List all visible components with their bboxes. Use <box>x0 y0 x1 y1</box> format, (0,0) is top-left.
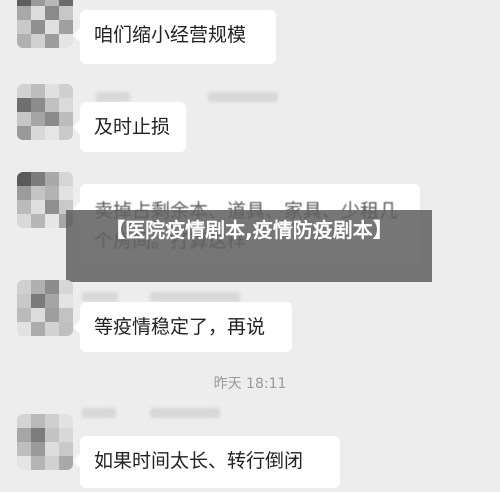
timestamp: 昨天 18:11 <box>213 376 287 392</box>
avatar[interactable] <box>17 280 73 336</box>
avatar[interactable] <box>17 414 73 470</box>
sender-name-blur <box>150 408 220 418</box>
avatar[interactable] <box>17 0 73 48</box>
sender-name-blur <box>82 408 116 418</box>
message-row: 咱们缩小经营规模 <box>0 0 500 70</box>
chat-bubble[interactable]: 咱们缩小经营规模 <box>73 10 276 64</box>
banner-text: 【医院疫情剧本,疫情防疫剧本】 <box>105 218 393 242</box>
chat-bubble[interactable]: 等疫情稳定了，再说 <box>73 302 292 352</box>
message-text: 及时止损 <box>94 116 171 138</box>
chat-bubble[interactable]: 及时止损 <box>73 102 186 152</box>
avatar[interactable] <box>17 172 73 228</box>
chat-bubble[interactable]: 如果时间太长、转行倒闭 <box>73 436 340 488</box>
message-text: 如果时间太长、转行倒闭 <box>94 450 304 472</box>
message-row: 等疫情稳定了，再说 <box>0 280 500 360</box>
avatar[interactable] <box>17 84 73 140</box>
message-text: 咱们缩小经营规模 <box>94 24 247 46</box>
message-text: 等疫情稳定了，再说 <box>94 316 266 338</box>
message-row: 如果时间太长、转行倒闭 <box>0 404 500 492</box>
overlay-banner: 【医院疫情剧本,疫情防疫剧本】 <box>66 210 432 282</box>
message-row: 及时止损 <box>0 80 500 160</box>
